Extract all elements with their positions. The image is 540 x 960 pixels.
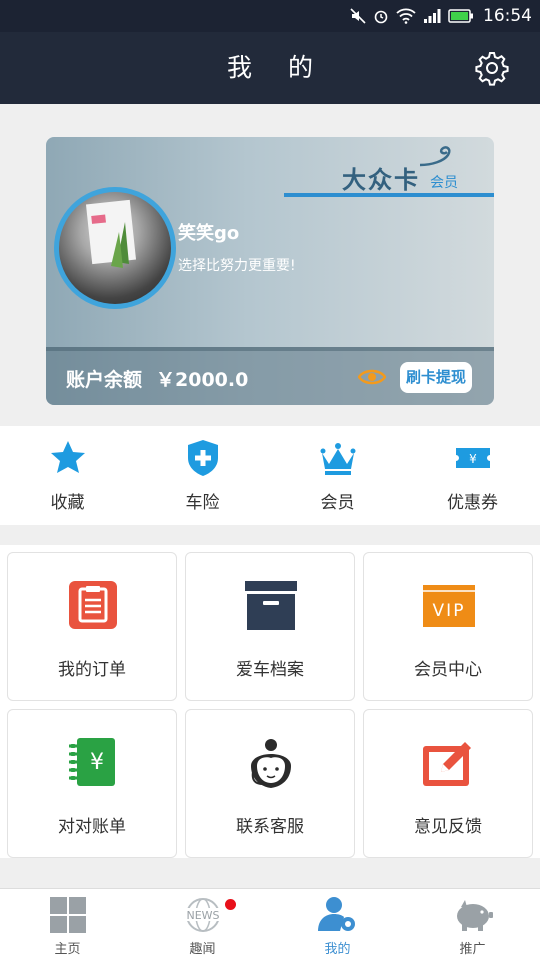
- crown-icon: [320, 443, 356, 475]
- tab-mine[interactable]: 我的: [270, 889, 405, 960]
- news-globe-icon: NEWS: [183, 898, 223, 932]
- svg-text:¥: ¥: [90, 750, 104, 775]
- page-title: 我 的: [227, 53, 327, 82]
- tab-home[interactable]: 主页: [0, 889, 135, 960]
- card-brand: 大众卡: [342, 166, 420, 194]
- balance-value: ￥2000.0: [156, 369, 249, 391]
- avatar-photo: [59, 192, 171, 304]
- svg-text:¥: ¥: [469, 452, 477, 466]
- feedback-edit-icon: [423, 742, 471, 786]
- status-icons: 16:54: [350, 0, 532, 32]
- quick-access-bar: 收藏 车险 会员 ¥ 优惠券: [0, 426, 540, 525]
- battery-icon: [448, 9, 473, 23]
- user-gear-icon: [318, 897, 355, 931]
- quick-item-member[interactable]: 会员: [270, 426, 405, 525]
- tab-promotion[interactable]: 推广: [405, 889, 540, 960]
- tile-member-center[interactable]: VIP 会员中心: [363, 552, 533, 701]
- avatar[interactable]: [54, 187, 176, 309]
- shield-plus-icon: [188, 440, 218, 476]
- quick-item-insurance[interactable]: 车险: [135, 426, 270, 525]
- tile-label: 联系客服: [236, 817, 304, 837]
- card-member-label: 会员: [430, 175, 458, 191]
- tile-label: 爱车档案: [236, 660, 304, 680]
- mute-icon: [350, 8, 366, 24]
- eye-icon[interactable]: [358, 368, 386, 386]
- withdraw-button[interactable]: 刷卡提现: [400, 362, 473, 393]
- tab-label: 趣闻: [189, 942, 216, 957]
- svg-text:NEWS: NEWS: [186, 909, 219, 922]
- user-motto: 选择比努力更重要!: [178, 258, 296, 274]
- tile-feedback[interactable]: 意见反馈: [363, 709, 533, 858]
- wifi-icon: [396, 8, 416, 24]
- tile-bills[interactable]: ¥ 对对账单: [7, 709, 177, 858]
- signal-icon: [424, 9, 441, 23]
- tile-label: 对对账单: [58, 817, 126, 837]
- svg-text:VIP: VIP: [433, 601, 466, 621]
- tab-label: 主页: [54, 942, 81, 957]
- tile-label: 会员中心: [414, 660, 482, 680]
- tab-label: 推广: [459, 942, 486, 957]
- user-name: 笑笑go: [178, 223, 240, 244]
- quick-item-label: 车险: [185, 493, 220, 513]
- alarm-icon: [374, 10, 388, 24]
- card-divider: [284, 193, 494, 197]
- bottom-tab-bar: 主页 NEWS 趣闻 我的 推广: [0, 888, 540, 960]
- star-icon: [51, 441, 85, 473]
- coupon-icon: ¥: [456, 448, 490, 468]
- tab-news[interactable]: NEWS 趣闻: [135, 889, 270, 960]
- quick-item-label: 会员: [320, 493, 355, 513]
- member-card[interactable]: 大众卡 会员 笑笑go 选择比努力更重要! 账户余额 ￥2000.0 刷卡提现: [46, 137, 494, 405]
- customer-service-icon: [251, 739, 291, 788]
- status-time: 16:54: [483, 6, 532, 26]
- tile-label: 意见反馈: [414, 817, 482, 837]
- order-icon: [69, 581, 117, 629]
- tile-my-orders[interactable]: 我的订单: [7, 552, 177, 701]
- home-grid-icon: [50, 897, 86, 933]
- status-bar: 16:54: [0, 0, 540, 32]
- quick-item-label: 收藏: [50, 493, 85, 513]
- quick-item-coupon[interactable]: ¥ 优惠券: [405, 426, 540, 525]
- gear-icon[interactable]: [474, 50, 510, 86]
- archive-box-icon: [245, 581, 297, 630]
- vip-icon: VIP: [423, 585, 475, 627]
- tile-label: 我的订单: [58, 660, 126, 680]
- avatar-image: [85, 199, 137, 268]
- quick-item-favorites[interactable]: 收藏: [0, 426, 135, 525]
- piggy-bank-icon: [457, 900, 493, 931]
- bill-icon: ¥: [69, 738, 115, 786]
- tab-label: 我的: [324, 942, 351, 957]
- header: 我 的: [0, 32, 540, 104]
- function-grid: 我的订单 爱车档案 VIP 会员中心 ¥ 对对账单 联系客服 意见反馈: [0, 545, 540, 858]
- balance-label: 账户余额: [66, 369, 143, 391]
- quick-item-label: 优惠券: [447, 493, 498, 513]
- tile-car-archive[interactable]: 爱车档案: [185, 552, 355, 701]
- card-balance-bar: 账户余额 ￥2000.0 刷卡提现: [46, 347, 494, 405]
- unread-dot: [225, 899, 236, 910]
- brand-swirl-icon: [419, 146, 451, 167]
- tile-customer-service[interactable]: 联系客服: [185, 709, 355, 858]
